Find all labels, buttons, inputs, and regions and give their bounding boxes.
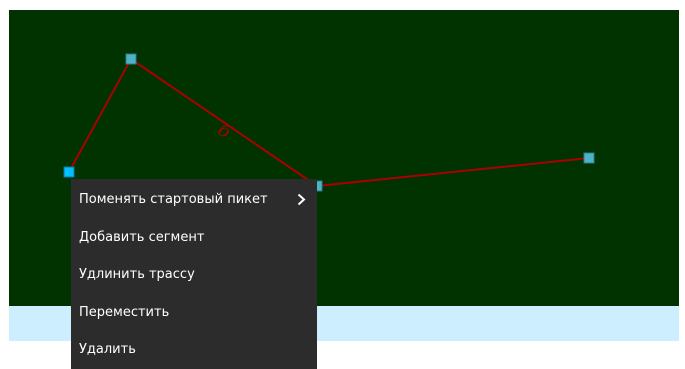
- menu-item-add-segment[interactable]: Добавить сегмент: [71, 219, 317, 257]
- route-vertex[interactable]: [125, 53, 137, 65]
- segment-label: б: [214, 119, 236, 143]
- menu-item-label: Переместить: [79, 304, 170, 320]
- route-segment[interactable]: [68, 58, 132, 173]
- context-menu: Поменять стартовый пикет Добавить сегмен…: [71, 179, 317, 369]
- menu-item-extend-route[interactable]: Удлинить трассу: [71, 256, 317, 294]
- menu-item-label: Добавить сегмент: [79, 229, 205, 245]
- menu-item-move[interactable]: Переместить: [71, 294, 317, 332]
- route-segments: [68, 58, 590, 187]
- route-vertex[interactable]: [583, 152, 595, 164]
- route-segment[interactable]: [316, 157, 590, 187]
- menu-item-change-start-picket[interactable]: Поменять стартовый пикет: [71, 181, 317, 219]
- menu-item-label: Удалить: [79, 342, 136, 358]
- menu-item-delete[interactable]: Удалить: [71, 331, 317, 369]
- chevron-right-icon: [295, 193, 307, 207]
- menu-item-label: Поменять стартовый пикет: [79, 192, 268, 208]
- menu-item-label: Удлинить трассу: [79, 267, 195, 283]
- route-vertex-selected[interactable]: [63, 166, 75, 178]
